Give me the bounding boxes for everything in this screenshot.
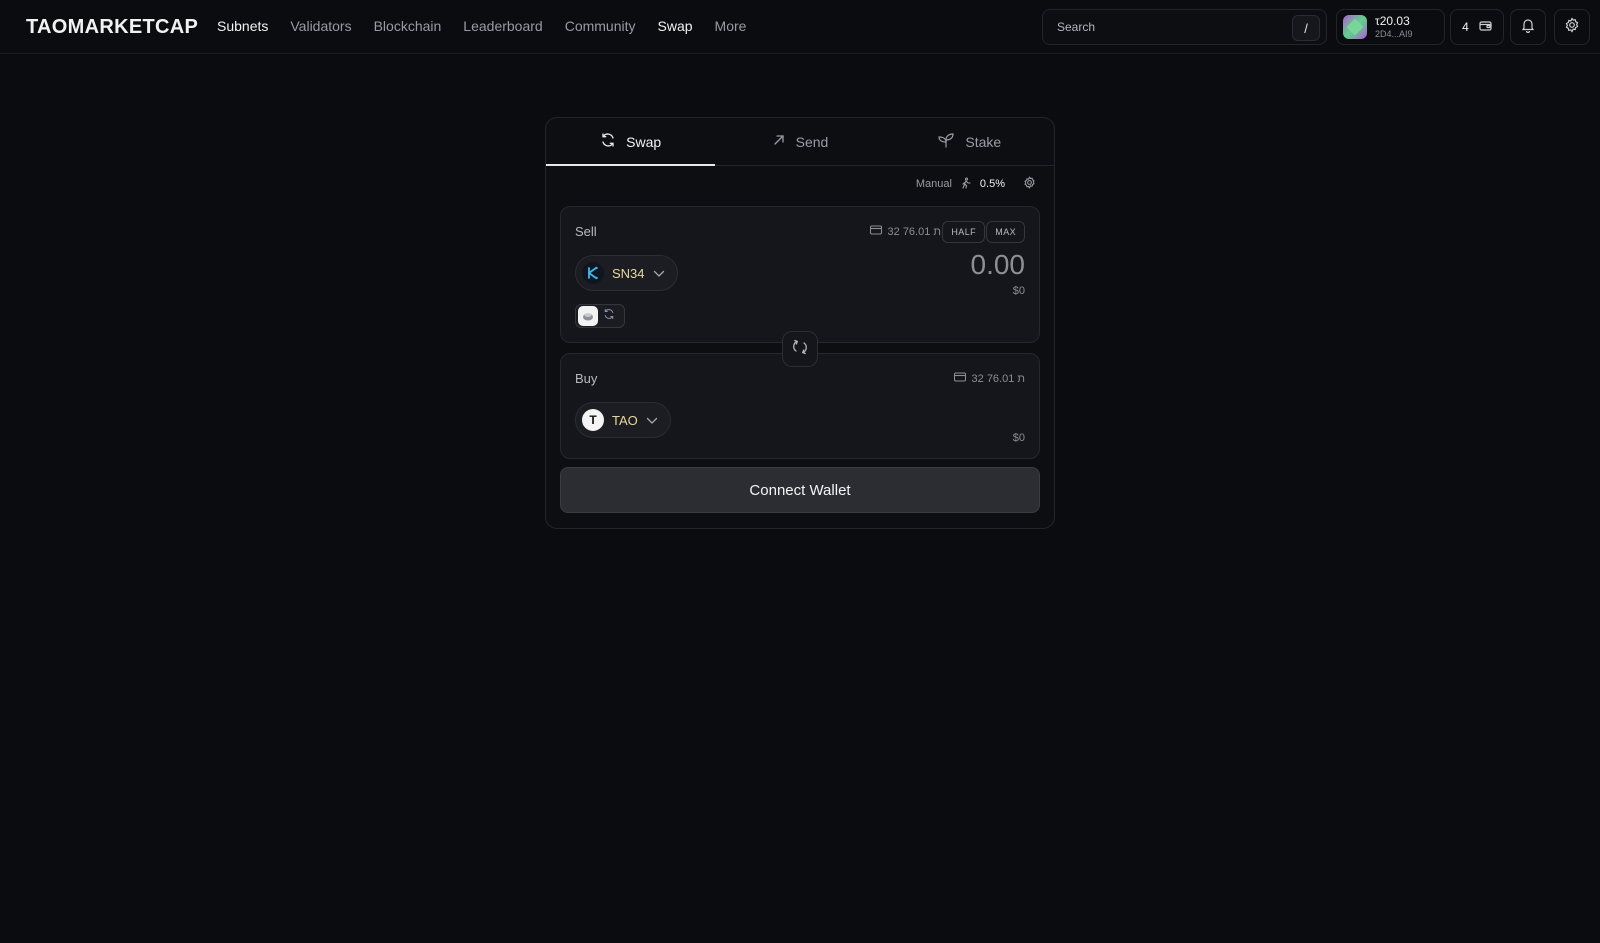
sell-amount-input[interactable]: 0.00 xyxy=(971,249,1026,281)
search-box[interactable]: / xyxy=(1042,9,1327,45)
swap-mode-icon xyxy=(603,307,615,325)
tab-swap[interactable]: Swap xyxy=(546,118,716,166)
main-nav: Subnets Validators Blockchain Leaderboar… xyxy=(217,18,768,34)
wallet-count: 4 xyxy=(1462,20,1469,34)
refresh-icon xyxy=(600,132,616,151)
nav-leaderboard[interactable]: Leaderboard xyxy=(463,18,542,34)
buy-token-label: TAO xyxy=(612,412,638,428)
buy-balance: ת 76.01 32 xyxy=(953,372,1026,385)
sell-balance-value: ת 76.01 32 xyxy=(887,225,942,238)
chevron-down-icon xyxy=(653,266,665,281)
buy-panel: Buy ת 76.01 32 T TAO $0 xyxy=(560,353,1040,459)
nav-blockchain[interactable]: Blockchain xyxy=(374,18,442,34)
wallets-button[interactable]: 4 xyxy=(1450,9,1504,45)
walking-icon xyxy=(960,176,972,192)
account-address: 2D4...AI9 xyxy=(1375,29,1413,39)
account-info: τ20.03 2D4...AI9 xyxy=(1375,15,1413,39)
bell-icon xyxy=(1520,17,1536,38)
slippage-settings-gear-icon[interactable] xyxy=(1023,176,1036,192)
half-button[interactable]: HALF xyxy=(942,221,985,243)
sell-balance: ת 76.01 32 xyxy=(869,225,942,238)
gear-icon xyxy=(1564,16,1580,38)
sell-label: Sell xyxy=(575,224,597,239)
flip-direction-button[interactable] xyxy=(782,331,818,367)
buy-label: Buy xyxy=(575,371,598,386)
nav-community[interactable]: Community xyxy=(565,18,636,34)
account-button[interactable]: τ20.03 2D4...AI9 xyxy=(1336,9,1445,45)
sell-panel: Sell ת 76.01 32 HALF MAX SN34 0.00 $0 xyxy=(560,206,1040,343)
swap-tabs: Swap Send Stake xyxy=(546,118,1054,166)
avatar xyxy=(1343,15,1367,39)
account-balance: τ20.03 xyxy=(1375,14,1410,28)
tab-send[interactable]: Send xyxy=(715,118,884,165)
flip-icon xyxy=(791,338,809,361)
search-input[interactable] xyxy=(1057,20,1287,34)
tao-token-icon: T xyxy=(582,409,604,431)
arrow-up-right-icon xyxy=(772,133,786,150)
buy-usd-value: $0 xyxy=(1012,432,1025,444)
sn34-token-icon xyxy=(582,262,604,284)
tab-swap-label: Swap xyxy=(626,133,662,150)
toggle-knob xyxy=(578,306,598,326)
swap-card: Swap Send Stake Manual 0.5% Sell ת 76.01… xyxy=(545,117,1055,529)
nav-more[interactable]: More xyxy=(715,18,747,34)
nav-subnets[interactable]: Subnets xyxy=(217,18,268,34)
tab-send-label: Send xyxy=(795,133,829,150)
nav-swap[interactable]: Swap xyxy=(658,18,693,34)
slippage-mode: Manual xyxy=(915,178,952,190)
tab-stake[interactable]: Stake xyxy=(885,118,1054,165)
sprout-icon xyxy=(937,132,955,151)
nav-validators[interactable]: Validators xyxy=(290,18,351,34)
settings-button[interactable] xyxy=(1554,9,1590,45)
wallet-icon xyxy=(1479,20,1492,35)
buy-balance-value: ת 76.01 32 xyxy=(971,372,1026,385)
search-shortcut-key: / xyxy=(1292,15,1320,41)
slippage-value: 0.5% xyxy=(979,178,1005,190)
wallet-icon xyxy=(869,225,882,238)
max-button[interactable]: MAX xyxy=(986,221,1025,243)
slippage-control[interactable]: Manual 0.5% xyxy=(916,176,1036,192)
buy-token-select[interactable]: T TAO xyxy=(575,402,671,438)
wallet-icon xyxy=(953,372,966,385)
sell-token-label: SN34 xyxy=(612,265,645,281)
top-navbar: TAOMARKETCAP Subnets Validators Blockcha… xyxy=(0,0,1600,54)
sell-token-select[interactable]: SN34 xyxy=(575,255,678,291)
notifications-button[interactable] xyxy=(1510,9,1546,45)
chevron-down-icon xyxy=(646,413,658,428)
sell-usd-value: $0 xyxy=(1012,285,1025,297)
logo[interactable]: TAOMARKETCAP xyxy=(26,16,198,39)
tab-stake-label: Stake xyxy=(965,133,1002,150)
sell-mode-toggle[interactable] xyxy=(575,304,625,328)
connect-wallet-button[interactable]: Connect Wallet xyxy=(560,467,1040,513)
